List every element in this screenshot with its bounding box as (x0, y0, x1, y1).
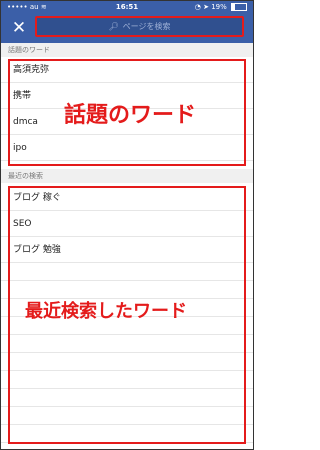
empty-row (1, 299, 253, 317)
trending-item[interactable]: 携帯 (1, 83, 253, 109)
empty-row (1, 425, 253, 443)
recent-item[interactable]: ブログ 勉強 (1, 237, 253, 263)
search-input[interactable]: 🔎︎ ページを検索 (35, 16, 244, 37)
trending-item[interactable]: 高須克弥 (1, 57, 253, 83)
recent-item[interactable]: SEO (1, 211, 253, 237)
empty-row (1, 389, 253, 407)
search-placeholder: ページを検索 (122, 22, 171, 31)
close-icon: ✕ (11, 18, 27, 38)
nav-bar: ✕ 🔎︎ ページを検索 (1, 13, 253, 43)
close-button[interactable]: ✕ (10, 18, 28, 38)
empty-row (1, 317, 253, 335)
empty-row (1, 281, 253, 299)
trending-list: 高須克弥 携帯 dmca ipo (1, 57, 253, 161)
battery-percent: 19% (211, 3, 227, 11)
trending-item[interactable]: dmca (1, 109, 253, 135)
recent-header: 最近の検索 (1, 169, 253, 183)
location-icon: ➤ (203, 3, 209, 11)
empty-row (1, 335, 253, 353)
status-bar: ••••• au ≋ 16:51 ◔ ➤ 19% (1, 1, 253, 13)
empty-row (1, 353, 253, 371)
trending-header: 話題のワード (1, 43, 253, 57)
trending-item[interactable]: ipo (1, 135, 253, 161)
status-right: ◔ ➤ 19% (195, 1, 247, 13)
battery-icon (231, 3, 247, 11)
app-frame: ••••• au ≋ 16:51 ◔ ➤ 19% ✕ 🔎︎ ページを検索 話題のワ… (0, 0, 254, 450)
recent-item[interactable]: ブログ 稼ぐ (1, 185, 253, 211)
empty-row (1, 407, 253, 425)
search-icon: 🔎︎ (108, 22, 119, 31)
alarm-icon: ◔ (194, 3, 201, 11)
empty-row (1, 371, 253, 389)
recent-list: ブログ 稼ぐ SEO ブログ 勉強 (1, 185, 253, 443)
empty-row (1, 263, 253, 281)
